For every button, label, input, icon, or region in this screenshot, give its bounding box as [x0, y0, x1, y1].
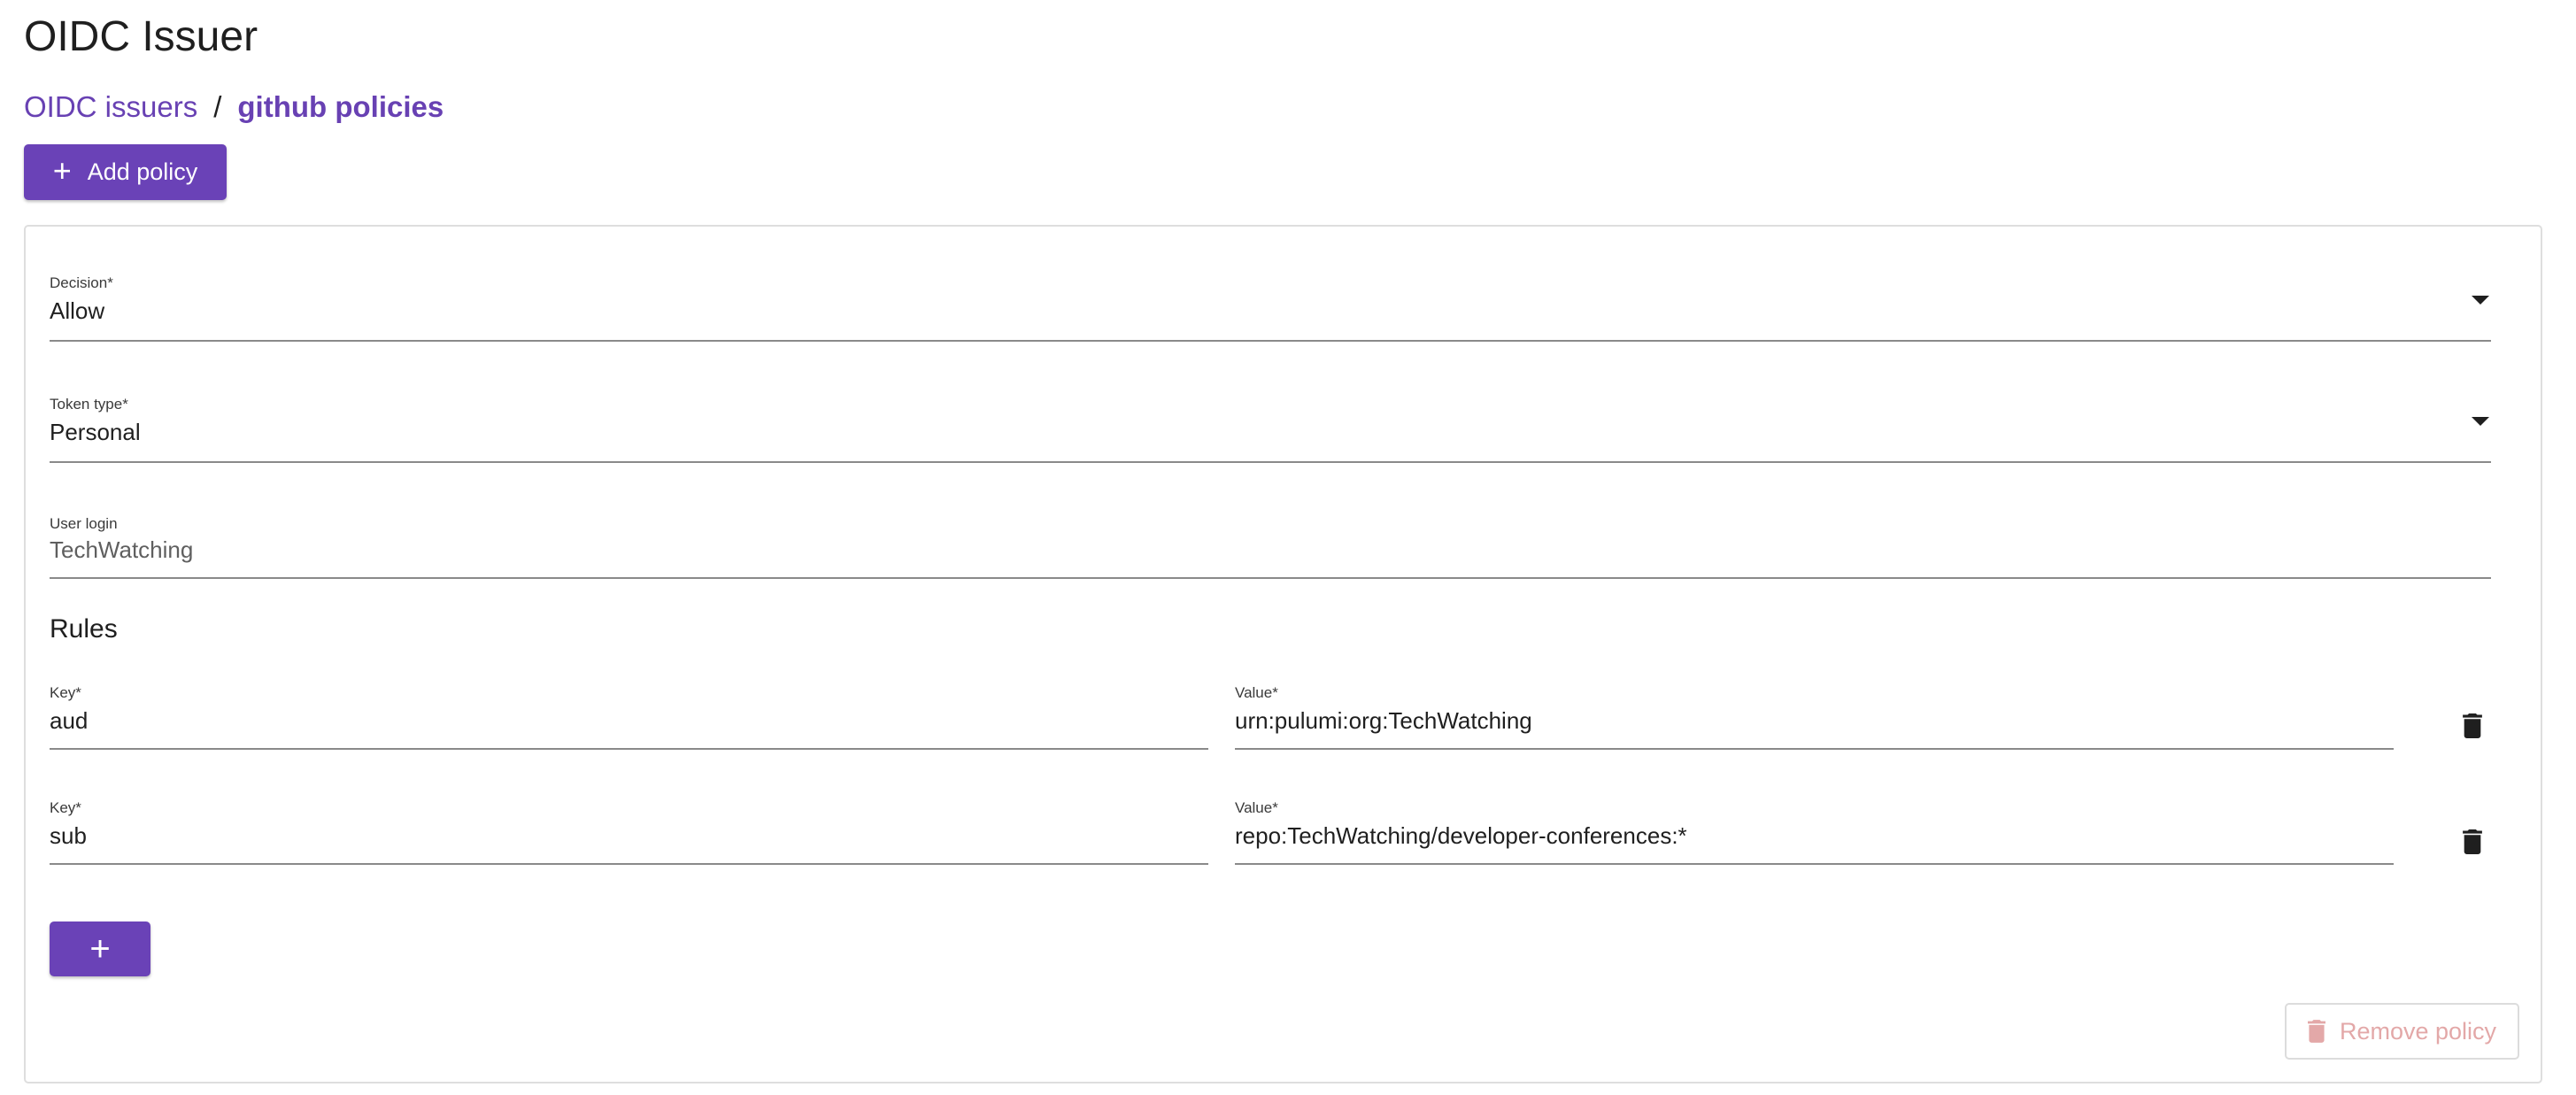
user-login-field[interactable]: User login TechWatching	[50, 510, 2491, 579]
add-policy-button[interactable]: + Add policy	[24, 144, 227, 200]
breadcrumb: OIDC issuers / github policies	[24, 85, 443, 129]
rule-key-field[interactable]: Key* aud	[50, 681, 1208, 750]
add-policy-label: Add policy	[87, 158, 198, 185]
plus-icon: +	[52, 152, 72, 189]
rule-value-value: urn:pulumi:org:TechWatching	[1235, 707, 1532, 734]
token-type-label: Token type*	[50, 396, 128, 413]
user-login-label: User login	[50, 515, 118, 532]
remove-policy-label: Remove policy	[2339, 1017, 2497, 1045]
decision-select[interactable]: Decision* Allow	[50, 269, 2491, 342]
delete-rule-button[interactable]	[2455, 824, 2490, 860]
decision-value: Allow	[50, 297, 105, 324]
caret-down-icon	[2472, 417, 2489, 426]
trash-icon	[2463, 829, 2482, 854]
rule-key-label: Key*	[50, 684, 81, 701]
decision-label: Decision*	[50, 274, 113, 291]
page-title: OIDC Issuer	[24, 13, 258, 60]
breadcrumb-current: github policies	[237, 90, 444, 123]
rule-value-field[interactable]: Value* urn:pulumi:org:TechWatching	[1235, 681, 2394, 750]
user-login-value: TechWatching	[50, 536, 194, 563]
token-type-value: Personal	[50, 419, 141, 445]
token-type-select[interactable]: Token type* Personal	[50, 390, 2491, 463]
rule-value-label: Value*	[1235, 799, 1278, 816]
rule-value-field[interactable]: Value* repo:TechWatching/developer-confe…	[1235, 796, 2394, 865]
rule-value-value: repo:TechWatching/developer-conferences:…	[1235, 822, 1687, 849]
breadcrumb-separator: /	[213, 90, 222, 123]
rule-key-value: sub	[50, 822, 87, 849]
trash-icon	[2463, 713, 2482, 738]
page: OIDC Issuer OIDC issuers / github polici…	[0, 0, 2576, 1095]
add-rule-button[interactable]: +	[50, 921, 150, 976]
breadcrumb-oidc-issuers-link[interactable]: OIDC issuers	[24, 90, 197, 124]
trash-icon	[2307, 1020, 2325, 1043]
rule-key-value: aud	[50, 707, 89, 734]
caret-down-icon	[2472, 296, 2489, 305]
policy-card: Decision* Allow Token type* Personal Use…	[24, 225, 2542, 1083]
rule-key-label: Key*	[50, 799, 81, 816]
rule-key-field[interactable]: Key* sub	[50, 796, 1208, 865]
rules-heading: Rules	[50, 614, 118, 644]
rule-value-label: Value*	[1235, 684, 1278, 701]
remove-policy-button[interactable]: Remove policy	[2285, 1003, 2519, 1060]
delete-rule-button[interactable]	[2455, 708, 2490, 744]
